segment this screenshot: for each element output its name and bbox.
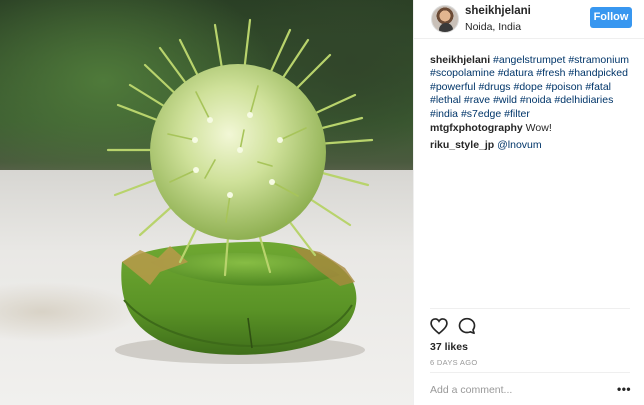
post-photo[interactable] xyxy=(0,0,413,405)
post-location[interactable]: Noida, India xyxy=(465,21,521,33)
hashtag-link[interactable]: #fatal xyxy=(585,81,611,93)
hashtag-link[interactable]: #handpicked xyxy=(568,67,628,79)
hashtag-link[interactable]: #dope xyxy=(513,81,542,93)
avatar[interactable] xyxy=(431,5,459,33)
hashtag-link[interactable]: #scopolamine xyxy=(430,67,495,79)
post-header: sheikhjelani Noida, India Follow xyxy=(414,0,644,39)
more-options-button[interactable]: ••• xyxy=(617,382,631,396)
comment-item: mtgfxphotography Wow! xyxy=(430,122,640,134)
hashtag-link[interactable]: #delhidiaries xyxy=(554,94,613,106)
hashtag-link[interactable]: #wild xyxy=(493,94,517,106)
hashtag-link[interactable]: #rave xyxy=(464,94,490,106)
comment-username[interactable]: riku_style_jp xyxy=(430,139,494,151)
post-timestamp[interactable]: 6 DAYS AGO xyxy=(430,358,477,367)
post-username[interactable]: sheikhjelani xyxy=(465,5,531,17)
comment-item: riku_style_jp @lnovum xyxy=(430,139,640,151)
hashtag-link[interactable]: #india xyxy=(430,108,458,120)
divider xyxy=(430,372,630,373)
hashtag-link[interactable]: #angelstrumpet xyxy=(493,54,565,66)
hashtag-link[interactable]: #poison xyxy=(546,81,583,93)
hashtag-link[interactable]: #s7edge xyxy=(461,108,501,120)
post-side-panel: sheikhjelani Noida, India Follow sheikhj… xyxy=(413,0,644,405)
hashtag-link[interactable]: #datura xyxy=(498,67,534,79)
hashtag-link[interactable]: #filter xyxy=(504,108,530,120)
hashtag-link[interactable]: #powerful xyxy=(430,81,476,93)
post-caption: sheikhjelani #angelstrumpet #stramonium … xyxy=(430,54,640,121)
datura-seed-pod-illustration xyxy=(106,18,374,364)
caption-username[interactable]: sheikhjelani xyxy=(430,54,490,66)
hashtag-link[interactable]: #noida xyxy=(520,94,552,106)
add-comment-input[interactable]: Add a comment... xyxy=(430,384,512,396)
likes-count[interactable]: 37 likes xyxy=(430,341,468,353)
comment-text: Wow! xyxy=(525,122,552,134)
divider xyxy=(430,308,630,309)
hashtag-link[interactable]: #fresh xyxy=(536,67,565,79)
speech-bubble-icon[interactable] xyxy=(457,316,477,336)
heart-icon[interactable] xyxy=(429,316,449,336)
hashtag-link[interactable]: #lethal xyxy=(430,94,461,106)
comment-username[interactable]: mtgfxphotography xyxy=(430,122,523,134)
follow-button[interactable]: Follow xyxy=(590,7,632,28)
hashtag-link[interactable]: #stramonium xyxy=(568,54,629,66)
hashtag-link[interactable]: #drugs xyxy=(478,81,510,93)
comment-mention[interactable]: @lnovum xyxy=(497,139,542,151)
